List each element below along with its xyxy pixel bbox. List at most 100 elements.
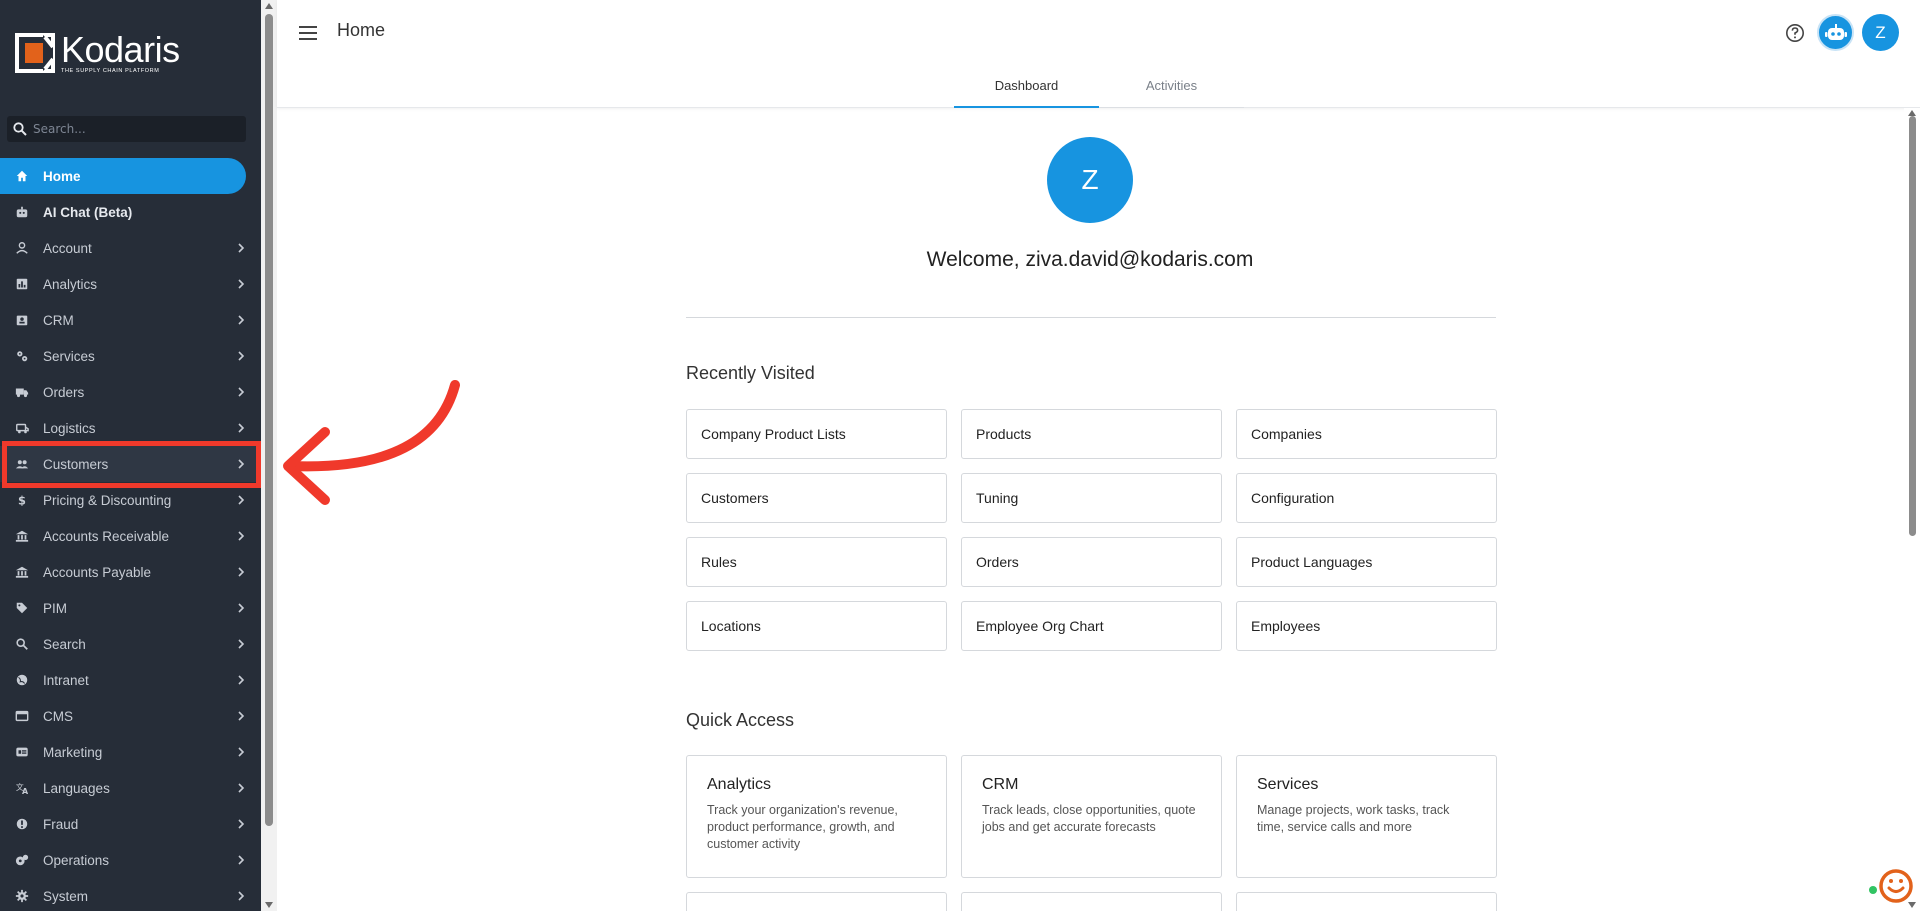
recent-item-product-languages[interactable]: Product Languages [1236,537,1497,587]
globe-icon [12,673,32,687]
recent-item-company-product-lists[interactable]: Company Product Lists [686,409,947,459]
sidebar-item-pricing-discounting[interactable]: $ Pricing & Discounting [0,482,261,518]
sidebar-item-account[interactable]: Account [0,230,261,266]
sidebar-item-operations[interactable]: Operations [0,842,261,878]
chevron-right-icon [238,279,245,289]
quick-access-card[interactable] [961,892,1222,911]
sidebar-item-accounts-payable[interactable]: Accounts Payable [0,554,261,590]
sidebar-item-pim[interactable]: PIM [0,590,261,626]
menu-button[interactable] [297,22,319,44]
sidebar-item-label: System [43,888,89,904]
sidebar: Kodaris THE SUPPLY CHAIN PLATFORM HomeAI… [0,0,261,911]
kodaris-logo-icon [15,33,55,73]
sidebar-item-intranet[interactable]: Intranet [0,662,261,698]
sidebar-item-customers[interactable]: Customers [0,446,261,482]
scroll-up-arrow-icon[interactable] [265,3,273,9]
brand-tagline: THE SUPPLY CHAIN PLATFORM [61,67,160,74]
sidebar-item-label: Accounts Receivable [43,528,170,544]
search-input[interactable] [33,122,233,136]
brand-name: Kodaris [61,28,180,70]
chevron-right-icon [238,747,245,757]
main-content: Z Welcome, ziva.david@kodaris.com Recent… [277,108,1904,911]
recent-item-employees[interactable]: Employees [1236,601,1497,651]
quick-access-card-analytics[interactable]: Analytics Track your organization's reven… [686,755,947,878]
svg-text:A: A [22,787,29,795]
sidebar-item-label: CMS [43,708,73,724]
sidebar-item-search[interactable]: Search [0,626,261,662]
sidebar-item-ai-chat-beta[interactable]: AI Chat (Beta) [0,194,261,230]
chevron-right-icon [238,495,245,505]
quick-access-card[interactable] [1236,892,1497,911]
sidebar-item-label: Analytics [43,276,98,292]
sidebar-item-label: Operations [43,852,110,868]
recent-item-employee-org-chart[interactable]: Employee Org Chart [961,601,1222,651]
hamburger-icon [299,26,317,40]
sidebar-item-label: Fraud [43,816,79,832]
sidebar-item-cms[interactable]: CMS [0,698,261,734]
chevron-right-icon [238,351,245,361]
divider [686,317,1496,318]
recent-item-companies[interactable]: Companies [1236,409,1497,459]
alert-icon [12,817,32,831]
chevron-right-icon [238,567,245,577]
scroll-down-arrow-icon[interactable] [265,902,273,908]
recent-item-configuration[interactable]: Configuration [1236,473,1497,523]
chevron-right-icon [238,531,245,541]
sidebar-item-accounts-receivable[interactable]: Accounts Receivable [0,518,261,554]
sidebar-item-marketing[interactable]: Marketing [0,734,261,770]
sidebar-scrollbar[interactable] [261,0,277,911]
chevron-right-icon [238,423,245,433]
sidebar-item-languages[interactable]: 文 A Languages [0,770,261,806]
help-icon [1786,24,1804,42]
shipping-icon [12,421,32,435]
sidebar-item-home[interactable]: Home [0,158,246,194]
tab-dashboard[interactable]: Dashboard [954,70,1099,108]
sidebar-item-crm[interactable]: CRM [0,302,261,338]
recent-item-customers[interactable]: Customers [686,473,947,523]
translate-icon: 文A [12,781,32,795]
sidebar-item-label: Intranet [43,672,89,688]
chevron-right-icon [238,783,245,793]
user-avatar[interactable]: Z [1862,14,1899,51]
profile-avatar: Z [1047,137,1133,223]
kodaris-logo[interactable]: Kodaris THE SUPPLY CHAIN PLATFORM [15,28,180,74]
quick-access-card-crm[interactable]: CRM Track leads, close opportunities, quo… [961,755,1222,878]
megaphone-icon [12,745,32,759]
recent-item-products[interactable]: Products [961,409,1222,459]
sidebar-item-services[interactable]: Services [0,338,261,374]
sidebar-item-system[interactable]: System [0,878,261,911]
quick-access-title: CRM [982,776,1019,793]
scrollbar-thumb[interactable] [1909,116,1916,536]
sidebar-item-label: Customers [43,456,109,472]
tab-activities[interactable]: Activities [1099,70,1244,108]
scrollbar-thumb[interactable] [265,14,273,826]
person-icon [12,241,32,255]
bank-icon [12,529,32,543]
recent-item-orders[interactable]: Orders [961,537,1222,587]
help-button[interactable] [1782,20,1808,46]
chat-widget-button[interactable] [1876,866,1916,906]
tag-icon [12,601,32,615]
sidebar-item-label: AI Chat (Beta) [43,204,133,220]
recent-item-locations[interactable]: Locations [686,601,947,651]
sidebar-item-analytics[interactable]: Analytics [0,266,261,302]
quick-access-grid: Analytics Track your organization's reven… [686,755,1498,911]
sidebar-item-fraud[interactable]: Fraud [0,806,261,842]
quick-access-card-services[interactable]: Services Manage projects, work tasks, tra… [1236,755,1497,878]
sidebar-search[interactable] [7,116,246,142]
main-scrollbar[interactable] [1904,108,1920,911]
sidebar-item-orders[interactable]: Orders [0,374,261,410]
chevron-right-icon [238,855,245,865]
top-header: Home Z Dashboard Activities [277,0,1920,108]
sidebar-item-label: Orders [43,384,85,400]
sidebar-item-logistics[interactable]: Logistics [0,410,261,446]
quick-access-title: Analytics [707,776,772,793]
quick-access-card[interactable] [686,892,947,911]
quick-access-title: Quick Access [686,710,795,730]
chevron-right-icon [238,675,245,685]
contact-card-icon [12,313,32,327]
ai-assistant-button[interactable] [1817,14,1854,51]
quick-access-description: Manage projects, work tasks, track time,… [1257,803,1450,834]
recent-item-tuning[interactable]: Tuning [961,473,1222,523]
recent-item-rules[interactable]: Rules [686,537,947,587]
